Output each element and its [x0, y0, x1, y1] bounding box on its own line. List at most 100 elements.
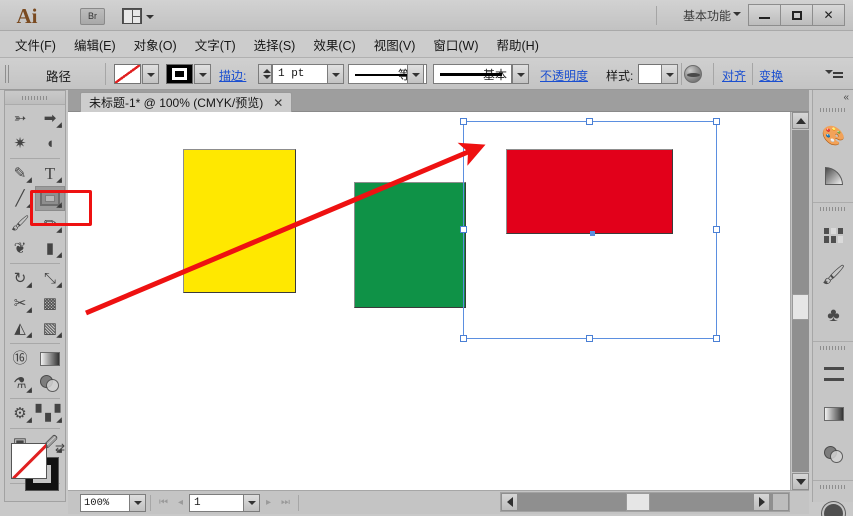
symbols-panel-button[interactable]: ♣: [813, 295, 853, 335]
selection-handle-bottom-right[interactable]: [713, 335, 720, 342]
workspace-switcher-label[interactable]: 基本功能: [683, 7, 731, 24]
dock-group-grip[interactable]: [820, 207, 846, 211]
graphic-style-swatch[interactable]: [638, 64, 662, 84]
width-profile-dropdown[interactable]: [407, 64, 424, 84]
canvas-area[interactable]: [68, 112, 809, 490]
horizontal-scrollbar[interactable]: [500, 492, 790, 512]
zoom-level-input[interactable]: 100%: [80, 493, 130, 512]
selection-tool[interactable]: ➳: [5, 106, 35, 131]
selection-handle-bottom-left[interactable]: [460, 335, 467, 342]
control-panel-menu-icon[interactable]: [825, 68, 843, 80]
artboard[interactable]: [68, 112, 788, 490]
stepper-up-icon[interactable]: [263, 69, 271, 73]
collapse-panels-icon[interactable]: «: [843, 92, 849, 103]
symbol-sprayer-tool[interactable]: ⚙: [5, 401, 35, 426]
fill-indicator[interactable]: [11, 443, 47, 479]
scroll-right-button[interactable]: [753, 493, 770, 511]
document-setup-globe-icon[interactable]: [684, 65, 702, 83]
stroke-weight-input[interactable]: 1 pt: [272, 64, 328, 84]
transparency-panel-button[interactable]: [813, 434, 853, 474]
mesh-tool[interactable]: ⑯: [5, 346, 35, 371]
rotate-tool[interactable]: ↻: [5, 266, 35, 291]
graphic-style-dropdown[interactable]: [661, 64, 678, 84]
lasso-tool[interactable]: ◖: [35, 131, 65, 156]
vertical-scroll-track[interactable]: [792, 130, 809, 472]
gradient-panel-button[interactable]: [813, 394, 853, 434]
tools-panel-grip[interactable]: [22, 96, 48, 100]
stroke-weight-stepper[interactable]: [258, 64, 272, 84]
zoom-level-dropdown[interactable]: [129, 493, 146, 512]
selection-handle-middle-left[interactable]: [460, 226, 467, 233]
paintbrush-tool[interactable]: 🖌: [5, 211, 35, 236]
next-artboard-button[interactable]: ▸: [260, 494, 277, 512]
dock-group-grip[interactable]: [820, 346, 846, 350]
brush-definition-select[interactable]: 基本: [433, 64, 512, 84]
selection-handle-top-center[interactable]: [586, 118, 593, 125]
swatches-panel-button[interactable]: [813, 215, 853, 255]
stroke-label[interactable]: 描边:: [219, 67, 246, 84]
selection-handle-bottom-center[interactable]: [586, 335, 593, 342]
appearance-panel-button[interactable]: [813, 493, 853, 516]
previous-artboard-button[interactable]: ◂: [172, 494, 189, 512]
color-panel-button[interactable]: 🎨: [813, 116, 853, 156]
bridge-button[interactable]: Br: [80, 8, 105, 25]
stroke-swatch-dropdown[interactable]: [194, 64, 211, 84]
opacity-label[interactable]: 不透明度: [540, 67, 588, 84]
blob-brush-tool[interactable]: ❦: [5, 236, 35, 261]
close-icon[interactable]: ✕: [273, 96, 283, 110]
scale-tool[interactable]: ⤡: [35, 266, 65, 291]
menu-object[interactable]: 对象(O): [125, 31, 186, 58]
control-bar-grip[interactable]: [5, 65, 10, 83]
vertical-scroll-thumb[interactable]: [792, 294, 809, 320]
stroke-color-swatch[interactable]: [166, 64, 193, 84]
brushes-panel-button[interactable]: 🖌: [813, 255, 853, 295]
tools-panel-header[interactable]: [5, 91, 65, 105]
color-guide-panel-button[interactable]: [813, 156, 853, 196]
green-rectangle[interactable]: [354, 182, 466, 308]
menu-select[interactable]: 选择(S): [245, 31, 305, 58]
column-graph-tool[interactable]: ▘▖▘: [35, 401, 66, 426]
pencil-tool[interactable]: ✏: [35, 211, 65, 236]
selection-handle-middle-right[interactable]: [713, 226, 720, 233]
menu-edit[interactable]: 编辑(E): [65, 31, 125, 58]
magic-wand-tool[interactable]: ✷: [5, 131, 35, 156]
pen-tool[interactable]: ✎: [5, 161, 35, 186]
stroke-panel-button[interactable]: [813, 354, 853, 394]
brush-definition-dropdown[interactable]: [512, 64, 529, 84]
selection-handle-top-left[interactable]: [460, 118, 467, 125]
menu-type[interactable]: 文字(T): [186, 31, 245, 58]
menu-file[interactable]: 文件(F): [6, 31, 65, 58]
type-tool[interactable]: T: [35, 161, 65, 186]
gradient-tool[interactable]: [35, 346, 65, 371]
minimize-button[interactable]: [748, 4, 781, 26]
width-tool[interactable]: ✂: [5, 291, 35, 316]
free-transform-tool[interactable]: ▩: [35, 291, 65, 316]
horizontal-scroll-thumb[interactable]: [626, 493, 650, 511]
scroll-down-button[interactable]: [792, 473, 809, 490]
dock-group-grip[interactable]: [820, 485, 846, 489]
scroll-up-button[interactable]: [792, 112, 809, 129]
vertical-scrollbar[interactable]: [790, 112, 809, 490]
document-tab[interactable]: 未标题-1* @ 100% (CMYK/预览) ✕: [80, 92, 293, 112]
line-segment-tool[interactable]: ╱: [5, 186, 35, 211]
artboard-number-dropdown[interactable]: [243, 493, 260, 512]
align-link[interactable]: 对齐: [722, 67, 746, 84]
transform-link[interactable]: 变换: [759, 67, 783, 84]
workspace-chevron-down-icon[interactable]: [733, 12, 741, 16]
maximize-button[interactable]: [780, 4, 813, 26]
scroll-left-button[interactable]: [501, 493, 518, 511]
fill-swatch-dropdown[interactable]: [142, 64, 159, 84]
eyedropper-tool[interactable]: ⚗: [5, 371, 35, 396]
stroke-weight-dropdown[interactable]: [327, 64, 344, 84]
close-button[interactable]: ✕: [812, 4, 845, 26]
menu-effect[interactable]: 效果(C): [304, 31, 364, 58]
menu-help[interactable]: 帮助(H): [488, 31, 548, 58]
blend-tool[interactable]: [35, 371, 65, 396]
menu-window[interactable]: 窗口(W): [424, 31, 487, 58]
swap-fill-stroke-icon[interactable]: ⇄: [55, 441, 65, 455]
yellow-rectangle[interactable]: [183, 149, 296, 293]
dock-group-grip[interactable]: [820, 108, 846, 112]
last-artboard-button[interactable]: ⏭: [277, 494, 294, 512]
direct-selection-tool[interactable]: ➡: [35, 106, 65, 131]
shape-builder-tool[interactable]: ◭: [5, 316, 35, 341]
